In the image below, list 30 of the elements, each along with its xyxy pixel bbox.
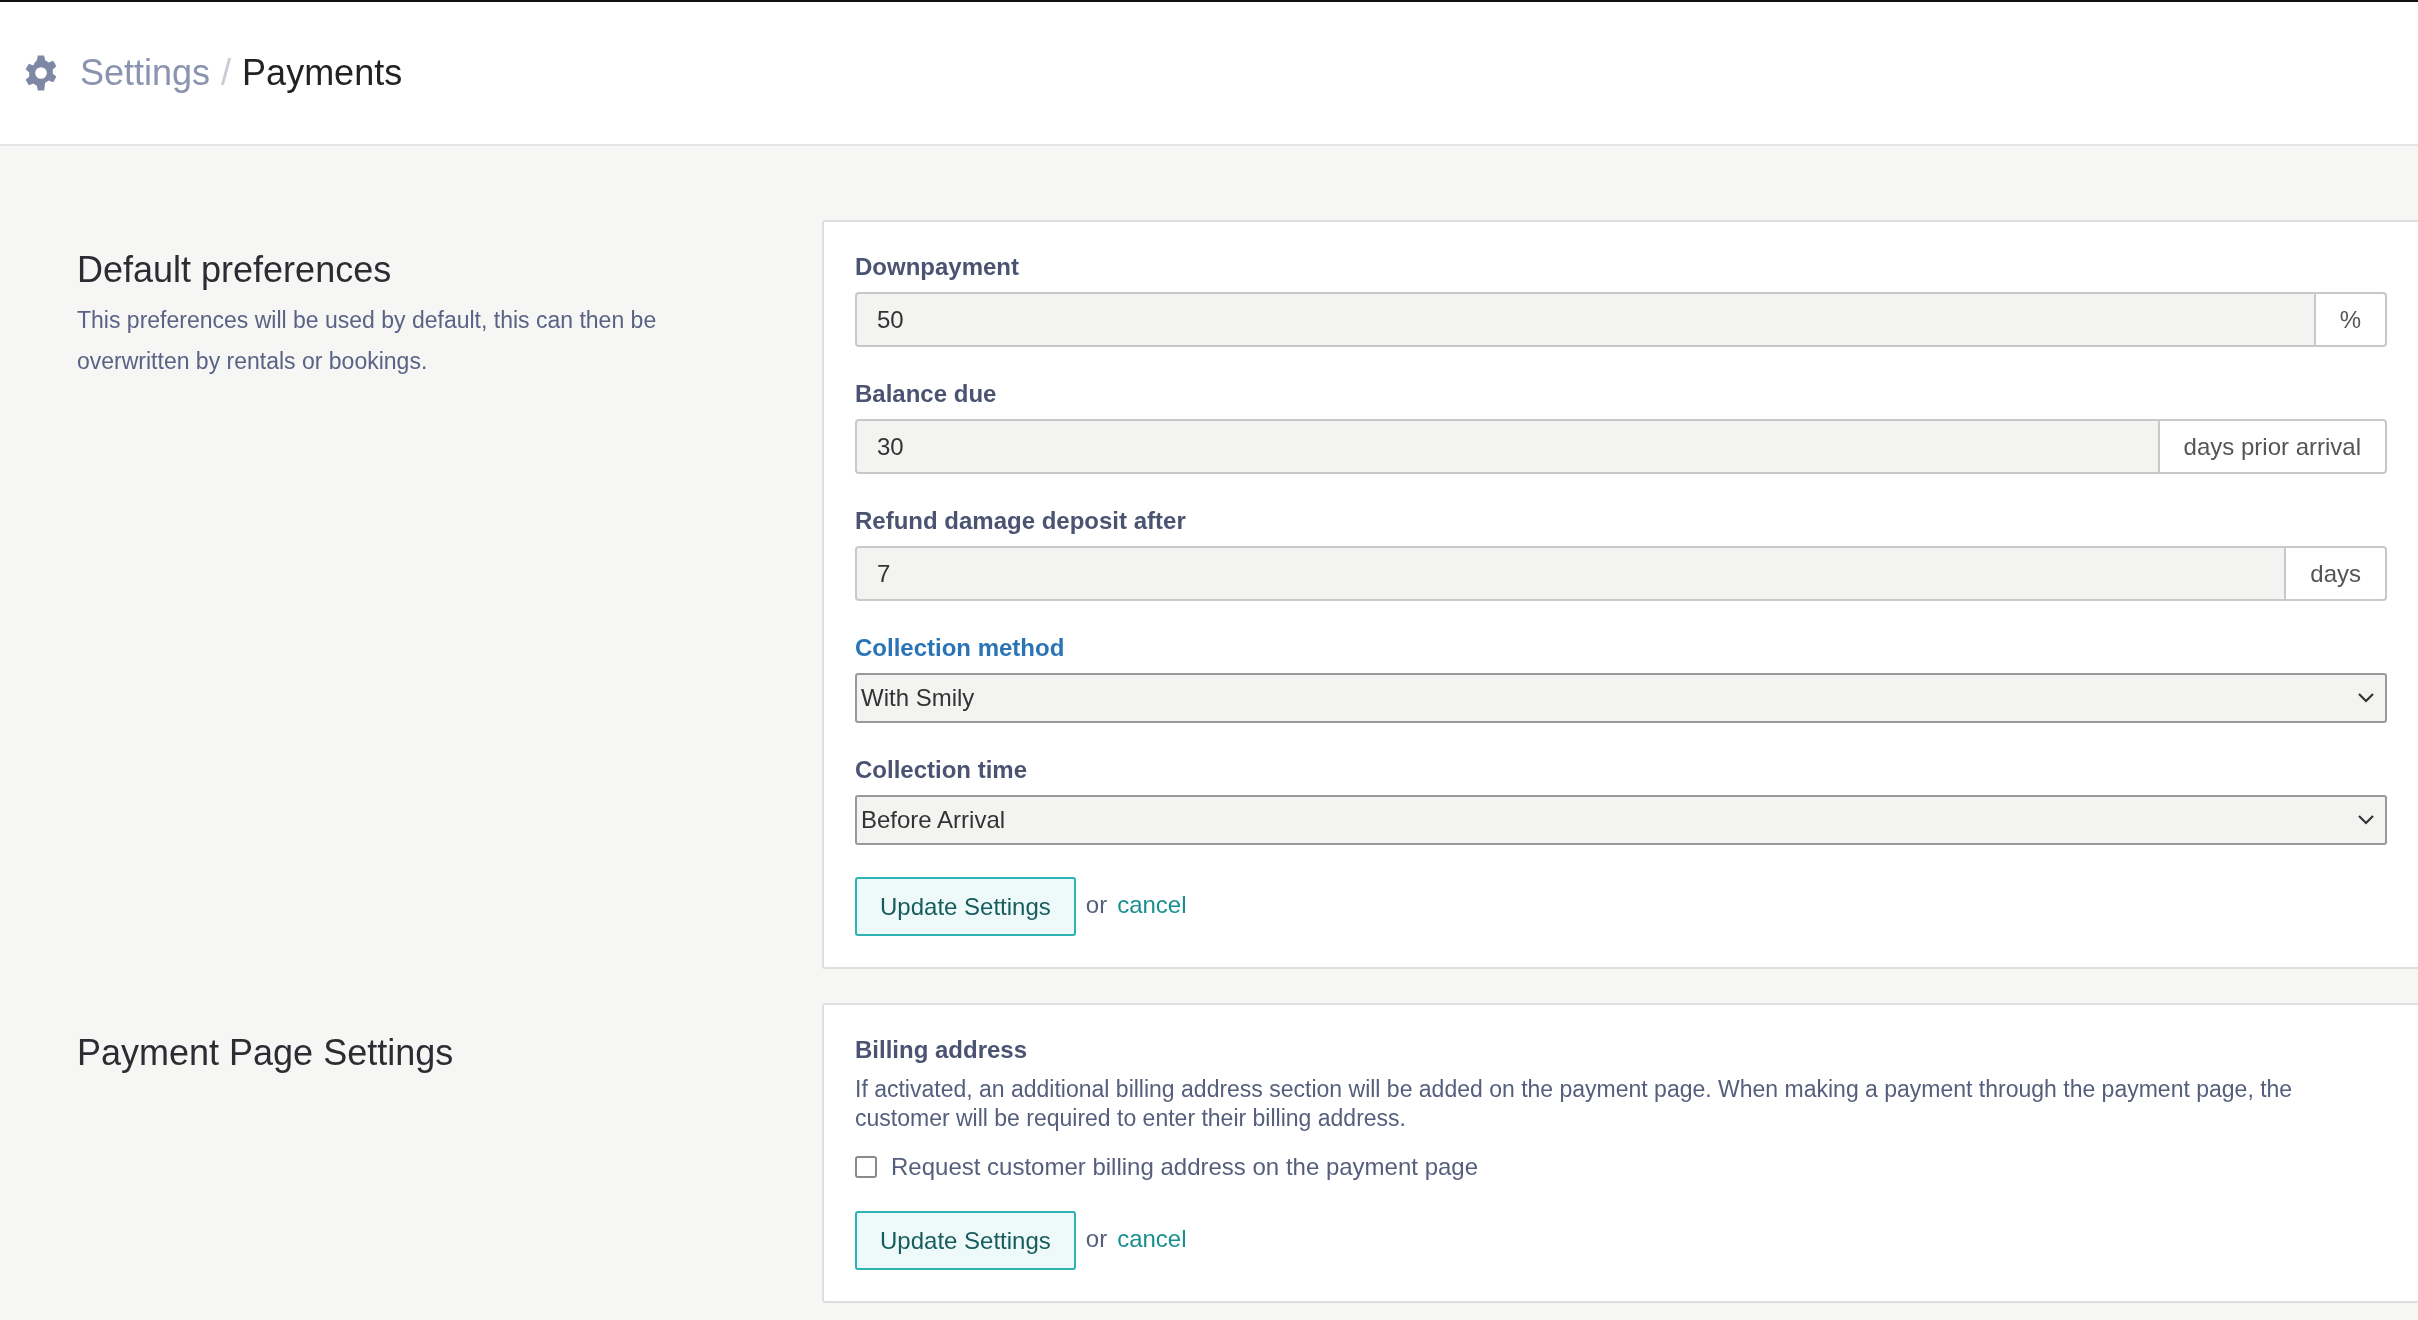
help-text: If activated, an additional billing address section will be added on the payment page. When making a payment through the payment page, the customer will be required to enter their billing address. (855, 1075, 2294, 1133)
cancel-link[interactable]: cancel (1117, 1224, 1187, 1253)
chevron-down-icon (2357, 692, 2375, 704)
field-label: Balance due (855, 379, 998, 409)
dropdown[interactable]: Before Arrival (855, 795, 2387, 845)
chevron-down-icon (2357, 814, 2375, 826)
field-label: Refund damage deposit after (855, 506, 1187, 536)
section-title: Default preferences (77, 250, 393, 290)
section-description: This preferences will be used by default, this can then be overwritten by rentals or bookings. (77, 306, 658, 376)
breadcrumb-separator: / (221, 52, 232, 94)
field-label: Billing address (855, 1035, 1029, 1065)
unit-label: % (2315, 292, 2387, 347)
field-label: Collection time (855, 755, 1029, 785)
page-title: Payments (242, 52, 403, 94)
dropdown[interactable]: With Smily (855, 673, 2387, 723)
cancel-link[interactable]: cancel (1117, 890, 1187, 919)
checkbox-label: Request customer billing address on the payment page (891, 1153, 1478, 1181)
checkbox[interactable] (855, 1156, 877, 1178)
unit-label: days prior arrival (2159, 419, 2387, 474)
update-settings-button[interactable]: Update Settings (855, 877, 1076, 936)
or-text: or (1085, 1224, 1108, 1253)
field-label: Collection method (855, 633, 1066, 663)
section-title: Payment Page Settings (77, 1033, 455, 1073)
input-field[interactable]: 7 (855, 546, 2287, 601)
unit-label: days (2286, 546, 2387, 601)
input-field[interactable]: 50 (855, 292, 2316, 347)
input-field[interactable]: 30 (855, 419, 2160, 474)
update-settings-button[interactable]: Update Settings (855, 1211, 1076, 1270)
or-text: or (1085, 890, 1108, 919)
field-label: Downpayment (855, 252, 1020, 282)
